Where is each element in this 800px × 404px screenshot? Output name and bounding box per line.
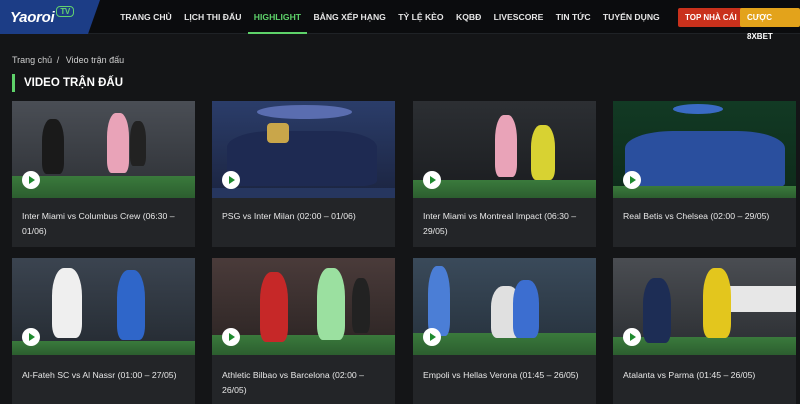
breadcrumb-current: Video trận đấu xyxy=(65,55,125,65)
breadcrumb: Trang chủ / Video trận đấu xyxy=(12,55,126,65)
page-title: VIDEO TRẬN ĐẤU xyxy=(12,74,123,92)
play-icon[interactable] xyxy=(222,171,240,189)
breadcrumb-separator: / xyxy=(56,55,60,65)
video-thumbnail[interactable] xyxy=(413,101,596,198)
nav-bang-xep-hang[interactable]: BẢNG XẾP HẠNG xyxy=(307,0,392,34)
play-icon[interactable] xyxy=(22,171,40,189)
video-card[interactable]: Atalanta vs Parma (01:45 – 26/05) xyxy=(613,258,796,404)
video-thumbnail[interactable] xyxy=(12,101,195,198)
play-icon[interactable] xyxy=(22,328,40,346)
video-title[interactable]: Al-Fateh SC vs Al Nassr (01:00 – 27/05) xyxy=(22,368,187,383)
video-title[interactable]: Real Betis vs Chelsea (02:00 – 29/05) xyxy=(623,209,788,224)
video-card[interactable]: Athletic Bilbao vs Barcelona (02:00 – 26… xyxy=(212,258,395,404)
cuoc-8xbet-button[interactable]: CƯỢC 8XBET xyxy=(740,8,800,41)
nav-kqbd[interactable]: KQBĐ xyxy=(450,0,488,34)
video-card[interactable]: Real Betis vs Chelsea (02:00 – 29/05) xyxy=(613,101,796,247)
video-card[interactable]: PSG vs Inter Milan (02:00 – 01/06) xyxy=(212,101,395,247)
play-icon[interactable] xyxy=(423,171,441,189)
top-navbar: Yaoroi TV TRANG CHỦ LỊCH THI ĐẤU HIGHLIGH… xyxy=(0,0,800,41)
nav-livescore[interactable]: LIVESCORE xyxy=(487,0,549,34)
nav-ty-le-keo[interactable]: TỶ LỆ KÈO xyxy=(392,0,450,34)
video-card[interactable]: Al-Fateh SC vs Al Nassr (01:00 – 27/05) xyxy=(12,258,195,404)
video-thumbnail[interactable] xyxy=(212,101,395,198)
video-title[interactable]: Atalanta vs Parma (01:45 – 26/05) xyxy=(623,368,788,383)
top-nha-cai-button[interactable]: TOP NHÀ CÁI xyxy=(678,8,744,27)
nav-highlight[interactable]: HIGHLIGHT xyxy=(247,0,308,34)
main-nav: TRANG CHỦ LỊCH THI ĐẤU HIGHLIGHT BẢNG XẾ… xyxy=(114,0,666,34)
video-thumbnail[interactable] xyxy=(613,101,796,198)
video-title[interactable]: PSG vs Inter Milan (02:00 – 01/06) xyxy=(222,209,387,224)
logo-area[interactable]: Yaoroi TV xyxy=(0,0,100,34)
video-thumbnail[interactable] xyxy=(613,258,796,355)
play-icon[interactable] xyxy=(222,328,240,346)
site-logo[interactable]: Yaoroi TV xyxy=(10,6,74,26)
breadcrumb-home[interactable]: Trang chủ xyxy=(12,55,52,65)
video-thumbnail[interactable] xyxy=(413,258,596,355)
nav-lich-thi-dau[interactable]: LỊCH THI ĐẤU xyxy=(178,0,248,34)
video-card[interactable]: Inter Miami vs Columbus Crew (06:30 – 01… xyxy=(12,101,195,247)
video-card[interactable]: Inter Miami vs Montreal Impact (06:30 – … xyxy=(413,101,596,247)
play-icon[interactable] xyxy=(423,328,441,346)
video-thumbnail[interactable] xyxy=(212,258,395,355)
video-title[interactable]: Athletic Bilbao vs Barcelona (02:00 – 26… xyxy=(222,368,387,398)
nav-trang-chu[interactable]: TRANG CHỦ xyxy=(114,0,178,34)
play-icon[interactable] xyxy=(623,328,641,346)
logo-tv-badge: TV xyxy=(56,6,74,17)
video-title[interactable]: Empoli vs Hellas Verona (01:45 – 26/05) xyxy=(423,368,588,383)
video-thumbnail[interactable] xyxy=(12,258,195,355)
video-title[interactable]: Inter Miami vs Columbus Crew (06:30 – 01… xyxy=(22,209,187,239)
video-title[interactable]: Inter Miami vs Montreal Impact (06:30 – … xyxy=(423,209,588,239)
video-card[interactable]: Empoli vs Hellas Verona (01:45 – 26/05) xyxy=(413,258,596,404)
play-icon[interactable] xyxy=(623,171,641,189)
nav-tuyen-dung[interactable]: TUYỂN DỤNG xyxy=(597,0,666,34)
logo-text: Yaoroi xyxy=(10,9,55,26)
nav-tin-tuc[interactable]: TIN TỨC xyxy=(550,0,597,34)
